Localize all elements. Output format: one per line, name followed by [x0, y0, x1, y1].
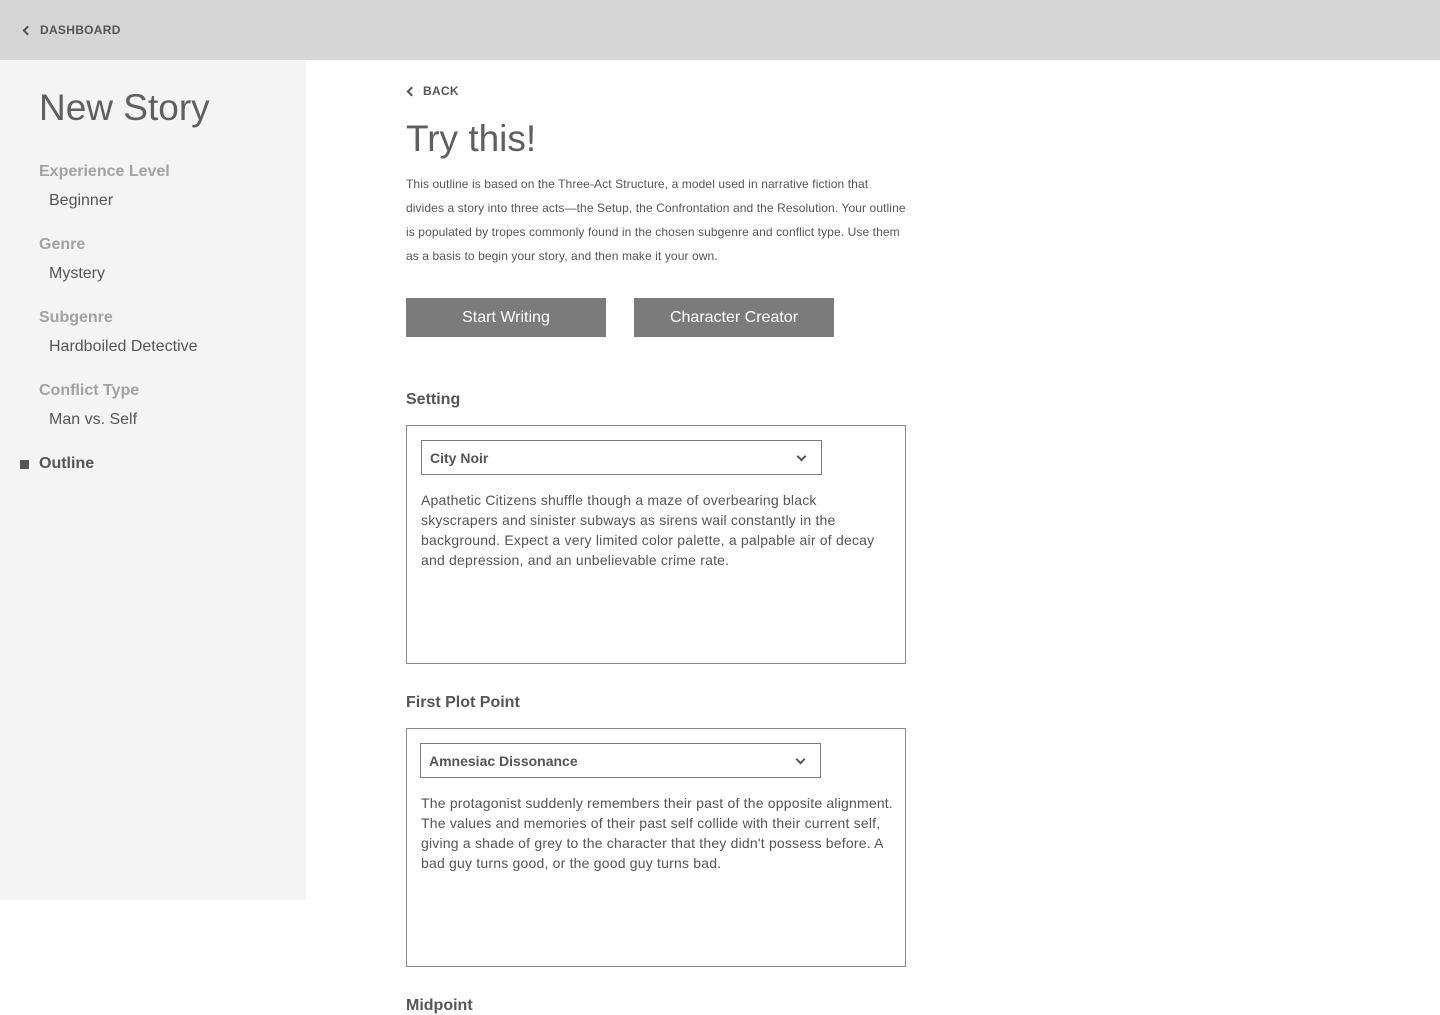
- first-plot-point-description: The protagonist suddenly remembers their…: [421, 795, 893, 871]
- back-label: BACK: [423, 84, 459, 98]
- sidebar-label: Conflict Type: [39, 382, 140, 399]
- setting-card: City Noir Apathetic Citizens shuffle tho…: [406, 425, 906, 664]
- top-bar: DASHBOARD: [0, 0, 1440, 60]
- first-plot-point-select[interactable]: Amnesiac Dissonance: [420, 743, 821, 778]
- sidebar-item-outline[interactable]: Outline: [20, 455, 94, 473]
- setting-select-value: City Noir: [430, 449, 489, 466]
- sidebar-section-genre: Genre Mystery: [39, 236, 105, 283]
- page-heading: Try this!: [406, 118, 537, 159]
- sidebar-value-experience-level[interactable]: Beginner: [49, 192, 170, 210]
- sidebar-label: Genre: [39, 236, 86, 253]
- intro-text: This outline is based on the Three-Act S…: [406, 177, 906, 263]
- chevron-down-icon: [795, 754, 806, 765]
- setting-description: Apathetic Citizens shuffle though a maze…: [421, 492, 875, 568]
- sidebar-item-label: Outline: [39, 455, 95, 472]
- first-plot-point-card: Amnesiac Dissonance The protagonist sudd…: [406, 728, 906, 967]
- dashboard-label: DASHBOARD: [40, 23, 121, 37]
- sidebar-value-conflict-type[interactable]: Man vs. Self: [49, 411, 139, 429]
- section-label-first-plot-point: First Plot Point: [406, 694, 520, 711]
- chevron-down-icon: [796, 451, 807, 462]
- section-label-setting: Setting: [406, 391, 461, 408]
- character-creator-button[interactable]: Character Creator: [634, 298, 834, 337]
- back-link[interactable]: BACK: [406, 84, 459, 98]
- sidebar-value-subgenre[interactable]: Hardboiled Detective: [49, 338, 198, 356]
- chevron-left-icon: [22, 25, 33, 35]
- first-plot-point-select-value: Amnesiac Dissonance: [429, 752, 578, 769]
- sidebar-value-genre[interactable]: Mystery: [49, 265, 105, 283]
- sidebar-section-experience-level: Experience Level Beginner: [39, 163, 170, 210]
- sidebar: New Story Experience Level Beginner Genr…: [0, 60, 306, 900]
- start-writing-button[interactable]: Start Writing: [406, 298, 606, 337]
- sidebar-label: Experience Level: [39, 163, 170, 180]
- square-bullet-icon: [20, 459, 29, 469]
- sidebar-section-conflict-type: Conflict Type Man vs. Self: [39, 382, 139, 429]
- sidebar-label: Subgenre: [39, 309, 113, 326]
- story-title: New Story: [39, 87, 210, 128]
- setting-select[interactable]: City Noir: [421, 440, 822, 475]
- sidebar-section-subgenre: Subgenre Hardboiled Detective: [39, 309, 198, 356]
- section-label-midpoint: Midpoint: [406, 997, 473, 1014]
- chevron-left-icon: [406, 86, 417, 96]
- dashboard-link[interactable]: DASHBOARD: [21, 21, 121, 39]
